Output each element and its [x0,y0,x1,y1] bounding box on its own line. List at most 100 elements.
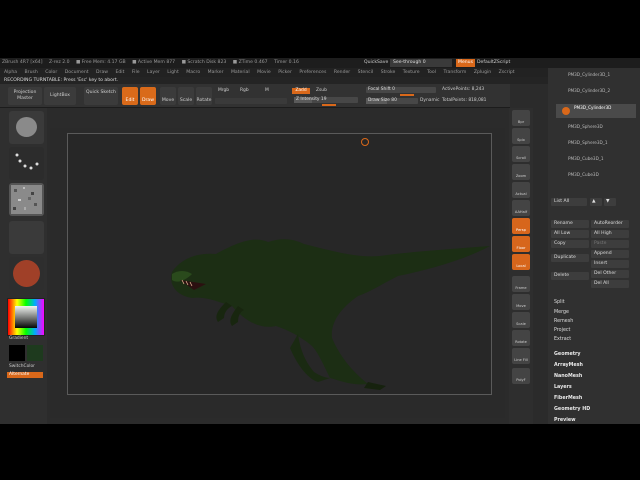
menu-alpha[interactable]: Alpha [4,70,17,75]
subtool-item-selected[interactable]: PM3D_Cylinder3D [556,104,636,118]
extract-menu[interactable]: Extract [554,337,571,342]
edit-mode-button[interactable]: Edit [122,87,138,105]
document-canvas[interactable] [67,133,492,395]
menu-color[interactable]: Color [45,70,57,75]
menu-zplugin[interactable]: Zplugin [474,70,491,75]
draw-size-slider[interactable]: Draw Size 80 [366,98,418,104]
subtool-item[interactable]: PM3D_Sphere3D [568,124,603,129]
geometry-section[interactable]: Geometry [554,352,581,357]
stroke-thumbnail[interactable] [9,147,44,180]
copy-button[interactable]: Copy [551,240,589,248]
menu-marker[interactable]: Marker [208,70,224,75]
line-fill-button[interactable]: Line Fill [512,348,530,364]
all-high-button[interactable]: All High [591,230,629,238]
mrgb-toggle[interactable]: Mrgb [218,88,229,94]
arraymesh-section[interactable]: ArrayMesh [554,363,583,368]
arrow-down-icon[interactable]: ▼ [604,198,616,206]
menu-picker[interactable]: Picker [278,70,292,75]
texture-thumbnail[interactable] [9,221,44,254]
autoreorder-button[interactable]: AutoReorder [591,220,629,228]
subtool-item[interactable]: PM3D_Cylinder3D_2 [568,88,610,93]
subtool-item[interactable]: PM3D_Sphere3D_1 [568,140,608,145]
move-view-button[interactable]: Move [512,294,530,310]
menu-document[interactable]: Document [65,70,89,75]
trex-model[interactable] [68,134,493,396]
actual-button[interactable]: Actual [512,182,530,198]
scroll-button[interactable]: Scroll [512,146,530,162]
menu-preferences[interactable]: Preferences [299,70,326,75]
geometry-hd-section[interactable]: Geometry HD [554,407,590,412]
menu-texture[interactable]: Texture [403,70,420,75]
zoom-button[interactable]: Zoom [512,164,530,180]
frame-button[interactable]: Frame [512,276,530,292]
material-thumbnail[interactable] [9,257,44,290]
persp-button[interactable]: Persp [512,218,530,234]
dynamic-toggle[interactable]: Dynamic [420,98,439,104]
menu-stencil[interactable]: Stencil [358,70,374,75]
menu-tool[interactable]: Tool [427,70,436,75]
focal-shift-slider[interactable]: Focal Shift 0 [366,87,436,93]
nanomesh-section[interactable]: NanoMesh [554,374,582,379]
quicksave-button[interactable]: QuickSave [364,59,388,67]
menu-render[interactable]: Render [334,70,350,75]
aahalf-button[interactable]: AAHalf [512,200,530,216]
append-button[interactable]: Append [591,250,629,258]
subtool-item[interactable]: PM3D_Cube3D [568,172,599,177]
menu-material[interactable]: Material [231,70,250,75]
menu-stroke[interactable]: Stroke [381,70,396,75]
move-mode-button[interactable]: Move [160,87,176,105]
menu-light[interactable]: Light [167,70,178,75]
remesh-menu[interactable]: Remesh [554,319,573,324]
fibermesh-section[interactable]: FiberMesh [554,396,582,401]
secondary-color-swatch[interactable] [27,345,43,361]
gradient-toggle[interactable]: Gradient [9,336,28,342]
see-through-slider[interactable]: See-through 0 [390,59,452,67]
menu-movie[interactable]: Movie [257,70,271,75]
split-menu[interactable]: Split [554,300,565,305]
layers-section[interactable]: Layers [554,385,572,390]
scale-view-button[interactable]: Scale [512,312,530,328]
insert-button[interactable]: Insert [591,260,629,268]
all-low-button[interactable]: All Low [551,230,589,238]
projection-master-button[interactable]: Projection Master [8,87,42,105]
rgb-intensity-slider[interactable] [215,98,287,104]
menu-macro[interactable]: Macro [186,70,200,75]
floor-button[interactable]: Floor [512,236,530,252]
arrow-up-icon[interactable]: ▲ [590,198,602,206]
m-toggle[interactable]: M [265,88,269,94]
local-button[interactable]: Local [512,254,530,270]
draw-mode-button[interactable]: Draw [140,87,156,105]
del-all-button[interactable]: Del All [591,280,629,288]
merge-menu[interactable]: Merge [554,310,569,315]
quick-sketch-button[interactable]: Quick Sketch [84,87,118,105]
list-all-button[interactable]: List All [551,198,587,206]
zsub-button[interactable]: Zsub [316,88,327,94]
duplicate-button[interactable]: Duplicate [551,254,589,262]
polyf-button[interactable]: PolyF [512,368,530,384]
bpr-button[interactable]: Bpr [512,110,530,126]
alternate-button[interactable]: Alternate [7,372,43,378]
primary-color-swatch[interactable] [9,345,25,361]
menu-brush[interactable]: Brush [25,70,38,75]
z-intensity-slider[interactable]: Z Intensity 19 [294,97,358,103]
switch-color-button[interactable]: SwitchColor [9,364,35,370]
menu-zscript[interactable]: Zscript [499,70,515,75]
lightbox-button[interactable]: LightBox [44,87,76,105]
zadd-button[interactable]: Zadd [292,88,310,94]
project-menu[interactable]: Project [554,328,570,333]
menu-edit[interactable]: Edit [115,70,124,75]
menus-button[interactable]: Menus [456,59,475,67]
menu-transform[interactable]: Transform [443,70,466,75]
delete-button[interactable]: Delete [551,272,589,280]
preview-section[interactable]: Preview [554,418,576,423]
rename-button[interactable]: Rename [551,220,589,228]
scale-mode-button[interactable]: Scale [178,87,194,105]
spix-button[interactable]: Spix [512,128,530,144]
brush-thumbnail[interactable] [9,111,44,144]
del-other-button[interactable]: Del Other [591,270,629,278]
color-picker[interactable] [7,298,45,336]
menu-draw[interactable]: Draw [96,70,108,75]
rotate-mode-button[interactable]: Rotate [196,87,212,105]
rotate-view-button[interactable]: Rotate [512,330,530,346]
alpha-thumbnail[interactable] [9,183,44,216]
